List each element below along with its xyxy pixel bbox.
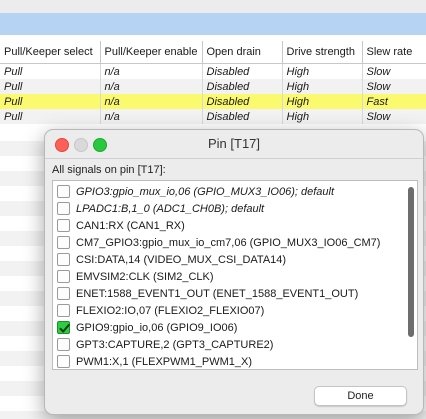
table-row[interactable]: Pull n/a Disabled High Slow: [0, 79, 426, 94]
signal-item-gpio9[interactable]: GPIO9:gpio_io,06 (GPIO9_IO06): [57, 319, 237, 336]
signal-label: PWM1:X,1 (FLEXPWM1_PWM1_X): [76, 355, 253, 368]
dialog-title: Pin [T17]: [207, 136, 261, 151]
table-row[interactable]: Pull n/a Disabled High Slow: [0, 63, 426, 79]
cell-slew-rate[interactable]: Slow: [362, 79, 426, 94]
signal-checkbox[interactable]: [57, 185, 70, 198]
signal-checkbox[interactable]: [57, 338, 70, 351]
signals-caption: All signals on pin [T17]:: [52, 164, 166, 176]
signal-item-gpt3[interactable]: GPT3:CAPTURE,2 (GPT3_CAPTURE2): [57, 336, 273, 353]
cell-pull-keeper-select[interactable]: Pull: [0, 63, 101, 79]
signal-item-csi[interactable]: CSI:DATA,14 (VIDEO_MUX_CSI_DATA14): [57, 251, 286, 268]
signal-label: CAN1:RX (CAN1_RX): [76, 219, 185, 232]
signal-checkbox[interactable]: [57, 355, 70, 368]
signals-list[interactable]: GPIO3:gpio_mux_io,06 (GPIO_MUX3_IO06); d…: [52, 180, 418, 370]
signal-label: CSI:DATA,14 (VIDEO_MUX_CSI_DATA14): [76, 253, 287, 266]
signal-item-emvsim2[interactable]: EMVSIM2:CLK (SIM2_CLK): [57, 268, 214, 285]
signal-item-enet[interactable]: ENET:1588_EVENT1_OUT (ENET_1588_EVENT1_O…: [57, 285, 358, 302]
selected-row-bar: [0, 13, 426, 35]
table-row[interactable]: Pull n/a Disabled High Slow: [0, 109, 426, 124]
table-header-row: Pull/Keeper select Pull/Keeper enable Op…: [0, 41, 426, 64]
column-header-slew-rate[interactable]: Slew rate: [362, 41, 426, 64]
list-scrollbar-thumb[interactable]: [408, 187, 414, 337]
signal-item-gpio3[interactable]: GPIO3:gpio_mux_io,06 (GPIO_MUX3_IO06); d…: [57, 183, 334, 200]
cell-pull-keeper-select[interactable]: Pull: [0, 79, 101, 94]
column-header-drive-strength[interactable]: Drive strength: [282, 41, 363, 64]
cell-pull-keeper-enable[interactable]: n/a: [100, 79, 203, 94]
cell-open-drain[interactable]: Disabled: [202, 79, 283, 94]
cell-pull-keeper-select[interactable]: Pull: [0, 109, 101, 124]
signal-checkbox[interactable]: [57, 270, 70, 283]
cell-slew-rate[interactable]: Slow: [362, 109, 426, 124]
pin-properties-table: Pull/Keeper select Pull/Keeper enable Op…: [0, 41, 426, 124]
signal-label: EMVSIM2:CLK (SIM2_CLK): [76, 270, 214, 283]
signal-checkbox[interactable]: [57, 202, 70, 215]
column-header-open-drain[interactable]: Open drain: [202, 41, 283, 64]
signal-checkbox[interactable]: [57, 304, 70, 317]
signal-label: LPADC1:B,1_0 (ADC1_CH0B); default: [76, 202, 265, 215]
signal-label: GPIO3:gpio_mux_io,06 (GPIO_MUX3_IO06); d…: [76, 185, 335, 198]
signal-item-flexio2[interactable]: FLEXIO2:IO,07 (FLEXIO2_FLEXIO07): [57, 302, 264, 319]
cell-pull-keeper-enable[interactable]: n/a: [100, 94, 203, 109]
cell-pull-keeper-select[interactable]: Pull: [0, 94, 101, 109]
pin-dialog: Pin [T17] All signals on pin [T17]: GPIO…: [44, 129, 424, 415]
signal-item-pwm1[interactable]: PWM1:X,1 (FLEXPWM1_PWM1_X): [57, 353, 253, 369]
signal-checkbox[interactable]: [57, 219, 70, 232]
signal-label: GPT3:CAPTURE,2 (GPT3_CAPTURE2): [76, 338, 274, 351]
signal-label: FLEXIO2:IO,07 (FLEXIO2_FLEXIO07): [76, 304, 265, 317]
signal-checkbox[interactable]: [57, 253, 70, 266]
signal-item-cm7-gpio3[interactable]: CM7_GPIO3:gpio_mux_io_cm7,06 (GPIO_MUX3_…: [57, 234, 380, 251]
titlebar-divider: [45, 158, 423, 159]
cell-pull-keeper-enable[interactable]: n/a: [100, 109, 203, 124]
signal-label: GPIO9:gpio_io,06 (GPIO9_IO06): [76, 321, 238, 334]
cell-slew-rate[interactable]: Fast: [362, 94, 426, 109]
cell-open-drain[interactable]: Disabled: [202, 63, 283, 79]
cell-slew-rate[interactable]: Slow: [362, 63, 426, 79]
cell-pull-keeper-enable[interactable]: n/a: [100, 63, 203, 79]
cell-open-drain[interactable]: Disabled: [202, 94, 283, 109]
signal-item-can1[interactable]: CAN1:RX (CAN1_RX): [57, 217, 185, 234]
cell-drive-strength[interactable]: High: [282, 63, 363, 79]
cell-open-drain[interactable]: Disabled: [202, 109, 283, 124]
dialog-titlebar[interactable]: Pin [T17]: [45, 130, 423, 158]
column-header-pull-keeper-enable[interactable]: Pull/Keeper enable: [100, 41, 203, 64]
signal-checkbox[interactable]: [57, 236, 70, 249]
top-toolbar-strip: [0, 0, 426, 13]
checkmark-icon: [59, 324, 70, 333]
signal-label: CM7_GPIO3:gpio_mux_io_cm7,06 (GPIO_MUX3_…: [76, 236, 381, 249]
signal-checkbox[interactable]: [57, 287, 70, 300]
signal-checkbox-checked[interactable]: [57, 321, 70, 334]
signal-item-lpadc1[interactable]: LPADC1:B,1_0 (ADC1_CH0B); default: [57, 200, 264, 217]
done-button[interactable]: Done: [314, 386, 407, 406]
column-header-pull-keeper-select[interactable]: Pull/Keeper select: [0, 41, 101, 64]
cell-drive-strength[interactable]: High: [282, 94, 363, 109]
signal-label: ENET:1588_EVENT1_OUT (ENET_1588_EVENT1_O…: [76, 287, 359, 300]
cell-drive-strength[interactable]: High: [282, 79, 363, 94]
cell-drive-strength[interactable]: High: [282, 109, 363, 124]
table-row-highlighted[interactable]: Pull n/a Disabled High Fast: [0, 94, 426, 109]
